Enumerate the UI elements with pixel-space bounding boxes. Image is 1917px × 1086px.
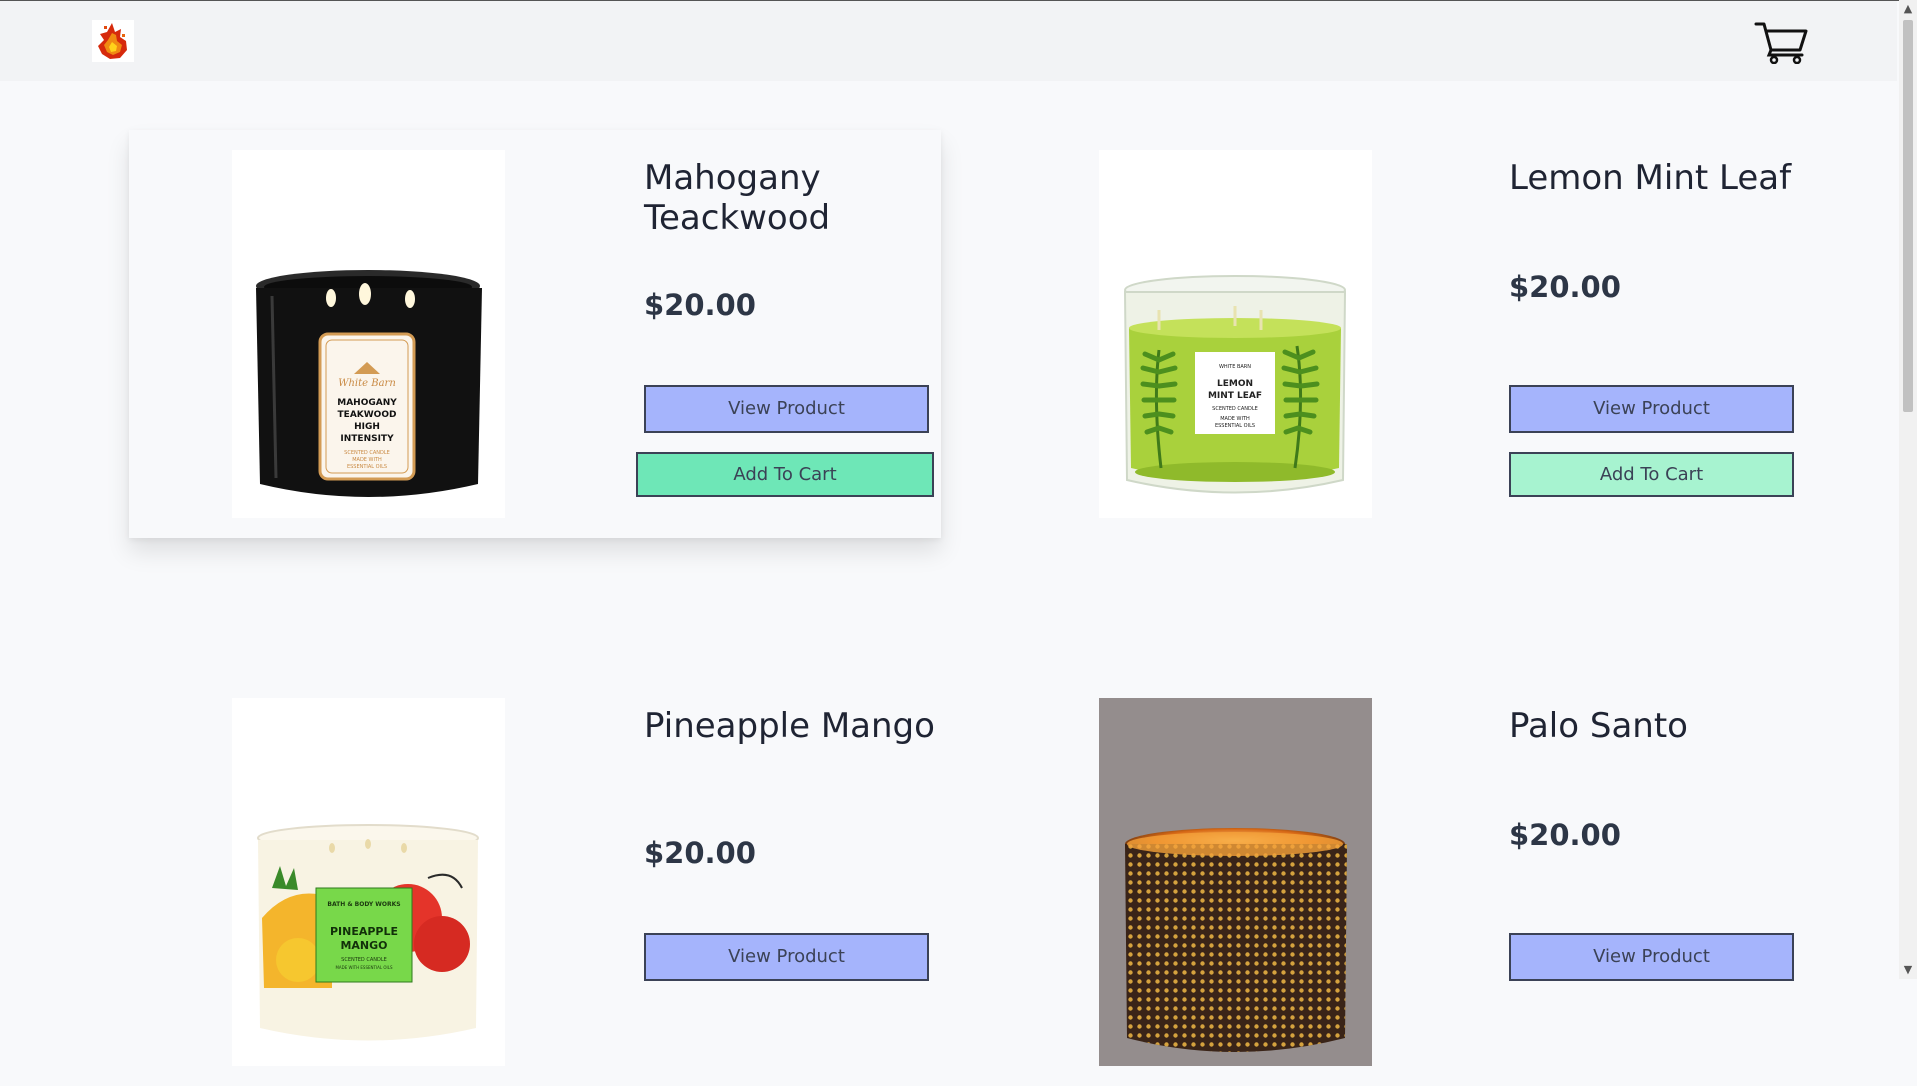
- product-card: BATH & BODY WORKS PINEAPPLE MANGO SCENTE…: [129, 678, 941, 1086]
- candle-black-jar-image: White Barn MAHOGANY TEAKWOOD HIGH INTENS…: [256, 270, 482, 497]
- label-text: INTENSITY: [340, 434, 394, 444]
- label-text: ESSENTIAL OILS: [347, 464, 387, 470]
- site-header: [0, 1, 1897, 81]
- label-text: ESSENTIAL OILS: [1215, 423, 1255, 429]
- product-price: $20.00: [644, 288, 756, 322]
- label-text: MADE WITH ESSENTIAL OILS: [335, 965, 392, 970]
- label-text: MAHOGANY: [337, 398, 397, 408]
- product-title: Pineapple Mango: [644, 706, 935, 746]
- candle-white-jar-image: BATH & BODY WORKS PINEAPPLE MANGO SCENTE…: [257, 824, 479, 1041]
- product-price: $20.00: [1509, 818, 1621, 852]
- product-image[interactable]: White Barn MAHOGANY TEAKWOOD HIGH INTENS…: [232, 150, 505, 518]
- product-card: Palo Santo $20.00 View Product: [996, 678, 1808, 1086]
- label-text: PINEAPPLE: [330, 925, 398, 938]
- view-product-button[interactable]: View Product: [1509, 933, 1794, 981]
- scroll-down-arrow-icon[interactable]: ▼: [1899, 961, 1917, 979]
- product-price: $20.00: [644, 836, 756, 870]
- product-title: Palo Santo: [1509, 706, 1688, 746]
- product-price: $20.00: [1509, 270, 1621, 304]
- scroll-up-arrow-icon[interactable]: ▲: [1899, 0, 1917, 18]
- label-text: TEAKWOOD: [338, 410, 397, 420]
- scrollbar-thumb[interactable]: [1903, 20, 1913, 412]
- product-image[interactable]: [1099, 698, 1372, 1066]
- label-text: MANGO: [340, 939, 387, 952]
- label-text: LEMON: [1217, 379, 1253, 389]
- label-text: SCENTED CANDLE: [341, 957, 387, 963]
- cart-icon[interactable]: [1754, 20, 1810, 64]
- product-image[interactable]: WHITE BARN LEMON MINT LEAF SCENTED CANDL…: [1099, 150, 1372, 518]
- label-text: White Barn: [338, 378, 396, 389]
- label-text: MADE WITH: [352, 457, 382, 463]
- label-text: MADE WITH: [1220, 416, 1250, 422]
- product-card: WHITE BARN LEMON MINT LEAF SCENTED CANDL…: [996, 130, 1808, 538]
- label-text: HIGH: [354, 422, 380, 432]
- label-text: SCENTED CANDLE: [1212, 406, 1258, 412]
- view-product-button[interactable]: View Product: [644, 385, 929, 433]
- product-card: White Barn MAHOGANY TEAKWOOD HIGH INTENS…: [129, 130, 941, 538]
- product-title: Lemon Mint Leaf: [1509, 158, 1792, 198]
- candle-green-glass-image: WHITE BARN LEMON MINT LEAF SCENTED CANDL…: [1123, 275, 1347, 494]
- candle-dotted-dark-image: [1125, 828, 1347, 1052]
- flame-logo-icon[interactable]: [92, 20, 134, 62]
- label-text: WHITE BARN: [1219, 364, 1251, 370]
- product-title: Mahogany Teackwood: [644, 158, 831, 238]
- view-product-button[interactable]: View Product: [1509, 385, 1794, 433]
- label-text: MINT LEAF: [1208, 391, 1262, 401]
- label-text: SCENTED CANDLE: [344, 450, 390, 456]
- add-to-cart-button[interactable]: Add To Cart: [1509, 452, 1794, 497]
- product-image[interactable]: BATH & BODY WORKS PINEAPPLE MANGO SCENTE…: [232, 698, 505, 1066]
- view-product-button[interactable]: View Product: [644, 933, 929, 981]
- label-text: BATH & BODY WORKS: [327, 901, 400, 908]
- vertical-scrollbar[interactable]: ▲ ▼: [1899, 0, 1917, 979]
- add-to-cart-button[interactable]: Add To Cart: [636, 452, 934, 497]
